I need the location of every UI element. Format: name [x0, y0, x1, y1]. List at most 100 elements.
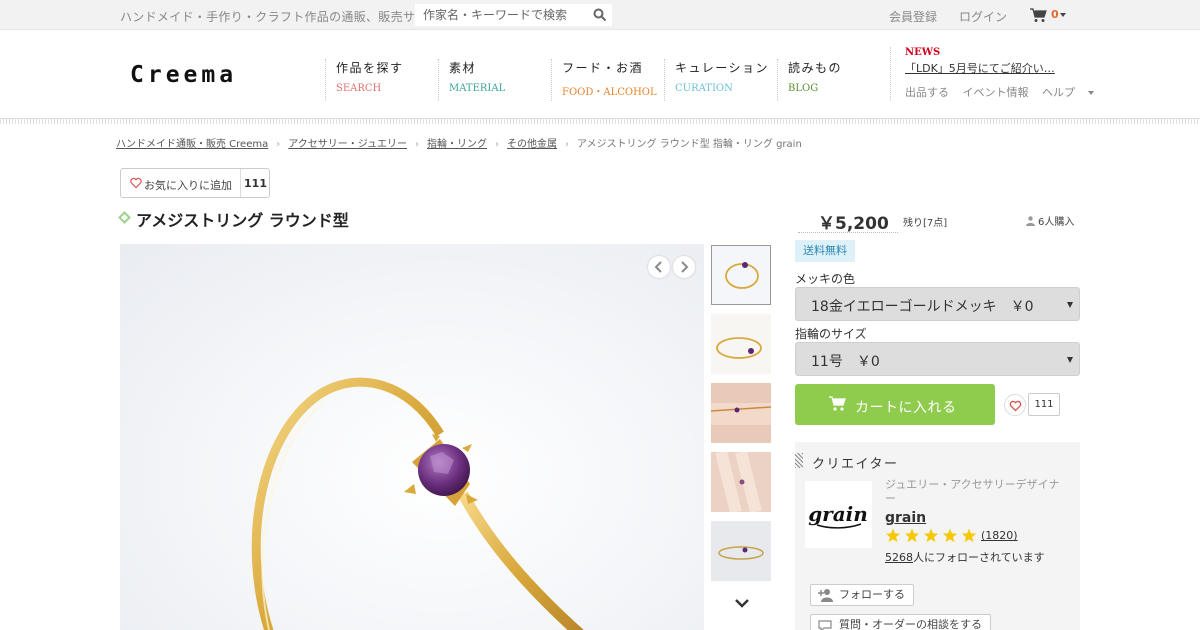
- help-label: ヘルプ: [1042, 86, 1075, 99]
- header-divider: [0, 118, 1200, 124]
- nav-blog[interactable]: 読みもの BLOG: [777, 59, 842, 101]
- breadcrumb-item[interactable]: その他金属: [507, 139, 557, 150]
- size-value: 11号 ￥0: [811, 354, 880, 370]
- creator-role: ジュエリー・アクセサリーデザイナー: [885, 478, 1060, 505]
- size-select[interactable]: 11号 ￥0: [795, 342, 1080, 376]
- news-link[interactable]: 「LDK」5月号にてご紹介い…: [905, 60, 1114, 76]
- breadcrumb-item[interactable]: アクセサリー・ジュエリー: [288, 139, 407, 150]
- creator-panel: クリエイター grain ジュエリー・アクセサリーデザイナー grain (18…: [795, 442, 1080, 630]
- search-icon[interactable]: [593, 8, 607, 22]
- follow-button[interactable]: フォローする: [810, 584, 914, 606]
- search-input[interactable]: [415, 4, 585, 26]
- chevron-down-icon: [1067, 357, 1073, 363]
- top-bar: ハンドメイド・手作り・クラフト作品の通販、販売サイト 会員登録 ログイン 0: [0, 0, 1200, 30]
- consult-button[interactable]: 質問・オーダーの相談をする: [810, 614, 991, 630]
- creator-heading: クリエイター: [812, 457, 899, 472]
- next-image-button[interactable]: [673, 256, 695, 278]
- breadcrumb-item[interactable]: 指輪・リング: [427, 139, 487, 150]
- followers-text: 5268人にフォローされています: [885, 549, 1045, 565]
- nav-sublabel: MATERIAL: [449, 83, 506, 94]
- header-sub-links: 出品する イベント情報 ヘルプ: [905, 84, 1114, 100]
- plating-label: メッキの色: [795, 272, 856, 286]
- chevron-down-icon: [1060, 13, 1066, 17]
- news-block: NEWS 「LDK」5月号にてご紹介い… 出品する イベント情報 ヘルプ: [890, 47, 1114, 101]
- cart-count: 0: [1051, 8, 1059, 21]
- nav-sublabel: FOOD・ALCOHOL: [562, 87, 657, 98]
- follow-label: フォローする: [839, 588, 905, 601]
- nav-label: 素材: [449, 61, 477, 75]
- favorite-count: 111: [244, 177, 267, 190]
- favorite-count: 111: [1028, 393, 1060, 416]
- cart-icon: [1030, 8, 1047, 22]
- main-header: Creema 作品を探す SEARCH 素材 MATERIAL フード・お酒 F…: [0, 30, 1200, 120]
- register-link[interactable]: 会員登録: [889, 8, 937, 25]
- rating-stars: [885, 528, 977, 543]
- favorite-button[interactable]: [1004, 394, 1026, 416]
- star-icon: [942, 528, 958, 543]
- cart-icon: [829, 396, 846, 411]
- chevron-right-icon: ›: [276, 139, 281, 150]
- thumbnail[interactable]: [711, 383, 771, 443]
- heart-icon: [1009, 400, 1022, 412]
- add-favorite-button[interactable]: お気に入りに追加 111: [120, 168, 270, 198]
- add-to-cart-label: カートに入れる: [855, 400, 957, 416]
- plating-select[interactable]: 18金イエローゴールドメッキ ￥0: [795, 287, 1080, 321]
- sell-link[interactable]: 出品する: [905, 86, 949, 99]
- nav-search[interactable]: 作品を探す SEARCH: [325, 59, 404, 101]
- creator-logo-text: grain: [808, 502, 868, 526]
- plating-value: 18金イエローゴールドメッキ ￥0: [811, 299, 1034, 315]
- nav-sublabel: BLOG: [788, 83, 819, 94]
- news-label: NEWS: [905, 47, 941, 58]
- free-shipping-badge: 送料無料: [795, 240, 855, 262]
- heading-marker: [795, 453, 803, 468]
- site-logo[interactable]: Creema: [130, 62, 237, 88]
- product-title: アメジストリング ラウンド型: [136, 211, 349, 230]
- diamond-icon: [118, 211, 131, 224]
- followers-suffix: 人にフォローされています: [913, 551, 1045, 564]
- chevron-right-icon: [681, 261, 689, 273]
- thumbnail[interactable]: [711, 452, 771, 512]
- nav-label: フード・お酒: [562, 61, 644, 75]
- search-box[interactable]: [415, 4, 612, 26]
- site-tagline: ハンドメイド・手作り・クラフト作品の通販、販売サイト: [120, 10, 440, 24]
- review-count[interactable]: (1820): [981, 529, 1018, 542]
- nav-label: 読みもの: [788, 61, 843, 75]
- followers-count[interactable]: 5268: [885, 551, 913, 564]
- creator-name[interactable]: grain: [885, 510, 926, 526]
- product-main-image[interactable]: [120, 244, 704, 630]
- thumbnail[interactable]: [711, 314, 771, 374]
- breadcrumb-current: アメジストリング ラウンド型 指輪・リング grain: [577, 139, 802, 150]
- help-link[interactable]: ヘルプ: [1042, 86, 1104, 99]
- nav-label: キュレーション: [675, 61, 770, 75]
- chevron-down-icon[interactable]: [735, 598, 749, 608]
- divider: [798, 232, 898, 233]
- cart-link[interactable]: 0: [1030, 6, 1072, 24]
- chevron-down-icon: [1088, 91, 1094, 95]
- star-icon: [885, 528, 901, 543]
- heart-icon: [130, 177, 142, 189]
- nav-sublabel: SEARCH: [336, 83, 382, 94]
- nav-curation[interactable]: キュレーション CURATION: [664, 59, 769, 101]
- thumbnail[interactable]: [711, 521, 771, 581]
- add-to-cart-button[interactable]: カートに入れる: [795, 384, 995, 425]
- nav-label: 作品を探す: [336, 61, 404, 75]
- creator-avatar[interactable]: grain: [805, 481, 872, 548]
- purchase-count: 6人購入: [1026, 213, 1074, 228]
- nav-food[interactable]: フード・お酒 FOOD・ALCOHOL: [551, 59, 657, 101]
- event-link[interactable]: イベント情報: [963, 86, 1029, 99]
- product-price: ￥5,200: [818, 214, 889, 234]
- breadcrumb: ハンドメイド通販・販売 Creema › アクセサリー・ジュエリー › 指輪・リング › そ…: [116, 135, 802, 150]
- prev-image-button[interactable]: [648, 256, 670, 278]
- chevron-left-icon: [654, 261, 662, 273]
- chevron-right-icon: ›: [415, 139, 420, 150]
- star-icon: [923, 528, 939, 543]
- breadcrumb-item[interactable]: ハンドメイド通販・販売 Creema: [116, 139, 268, 150]
- chevron-down-icon: [1067, 302, 1073, 308]
- chat-bubble-icon: [818, 620, 832, 630]
- login-link[interactable]: ログイン: [959, 8, 1007, 25]
- star-icon: [904, 528, 920, 543]
- nav-material[interactable]: 素材 MATERIAL: [438, 59, 505, 101]
- nav-sublabel: CURATION: [675, 83, 733, 94]
- thumbnail[interactable]: [711, 245, 771, 305]
- favorite-label: お気に入りに追加: [144, 179, 232, 192]
